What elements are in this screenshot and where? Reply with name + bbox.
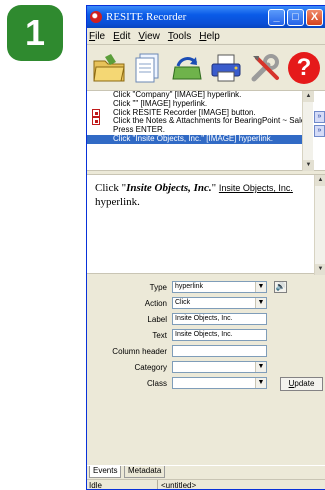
step-item-selected[interactable]: Click "Insite Objects, Inc." [IMAGE] hyp… [87, 134, 302, 144]
move-down-arrow-icon[interactable]: » [314, 125, 325, 137]
step-number-badge: 1 [7, 5, 63, 61]
scroll-down-icon[interactable]: ▼ [303, 160, 314, 171]
step-item[interactable]: Press ENTER. [87, 126, 302, 135]
step-item[interactable]: Click "" [IMAGE] hyperlink. [87, 100, 302, 109]
step-item[interactable]: Click RESITE Recorder [IMAGE] button. [87, 108, 302, 118]
label-row: Label Insite Objects, Inc. [87, 313, 325, 326]
preview-hyperlink[interactable]: Insite Objects, Inc. [219, 183, 293, 193]
category-row: Category ▼ [87, 361, 325, 374]
scroll-down-icon[interactable]: ▼ [315, 264, 325, 275]
menu-edit[interactable]: Edit [113, 31, 130, 42]
step-preview-panel: Click "Insite Objects, Inc." Insite Obje… [87, 174, 325, 275]
class-label: Class [146, 379, 167, 388]
menu-view[interactable]: View [138, 31, 160, 42]
step-marker-icon [92, 117, 100, 126]
chevron-down-icon[interactable]: ▼ [255, 378, 266, 388]
document-name: <untitled> [157, 480, 196, 489]
minimize-button[interactable]: _ [268, 8, 285, 26]
column-header-label: Column header [112, 347, 167, 356]
menu-help[interactable]: Help [199, 31, 220, 42]
refresh-icon[interactable] [169, 50, 205, 86]
step-preview-text: Click "Insite Objects, Inc." Insite Obje… [95, 182, 293, 208]
recorded-steps-list[interactable]: Click "Company" [IMAGE] hyperlink. Click… [87, 91, 302, 171]
tab-events[interactable]: Events [89, 466, 122, 478]
text-row: Text Insite Objects, Inc. [87, 329, 325, 342]
type-label: Type [149, 283, 167, 292]
recorded-steps-panel: Click "Company" [IMAGE] hyperlink. Click… [87, 91, 325, 171]
help-icon[interactable]: ? [286, 50, 322, 86]
type-row: Type hyperlink ▼ 🔊 [87, 281, 325, 294]
side-buttons: » » [314, 111, 325, 139]
window-title: RESITE Recorder [106, 11, 187, 23]
resite-recorder-window: RESITE Recorder _ □ X File Edit View Too… [86, 5, 325, 490]
document-icon[interactable] [130, 50, 166, 86]
title-bar[interactable]: RESITE Recorder _ □ X [87, 6, 325, 28]
chevron-down-icon[interactable]: ▼ [255, 282, 266, 292]
printer-icon[interactable] [208, 50, 244, 86]
text-field[interactable]: Insite Objects, Inc. [172, 329, 267, 341]
preview-scrollbar[interactable]: ▲ ▼ [314, 175, 325, 275]
tab-metadata[interactable]: Metadata [124, 466, 166, 478]
tools-icon[interactable] [247, 50, 283, 86]
text-label: Text [152, 331, 167, 340]
label-label: Label [147, 315, 167, 324]
column-header-row: Column header [87, 345, 325, 358]
class-row: Class ▼ Update [87, 377, 325, 391]
steps-scrollbar[interactable]: ▲ ▼ [302, 91, 314, 171]
move-up-arrow-icon[interactable]: » [314, 111, 325, 123]
category-label: Category [134, 363, 167, 372]
step-marker-icon [92, 108, 100, 117]
folder-icon[interactable] [91, 50, 127, 86]
speaker-icon[interactable]: 🔊 [274, 281, 287, 293]
action-select[interactable]: Click ▼ [172, 297, 267, 309]
update-button[interactable]: Update [280, 377, 323, 391]
menu-file[interactable]: File [89, 31, 105, 42]
properties-panel: Type hyperlink ▼ 🔊 Action Click ▼ Label In… [87, 276, 325, 394]
chevron-down-icon[interactable]: ▼ [255, 362, 266, 372]
bottom-tabs: Events Metadata [87, 465, 325, 478]
menu-tools[interactable]: Tools [168, 31, 191, 42]
scroll-up-icon[interactable]: ▲ [303, 91, 314, 102]
category-select[interactable]: ▼ [172, 361, 267, 373]
status-bar: Idle <untitled> [87, 479, 325, 490]
toolbar: ? [87, 45, 325, 91]
type-select[interactable]: hyperlink ▼ [172, 281, 267, 293]
chevron-down-icon[interactable]: ▼ [255, 298, 266, 308]
status-text: Idle [89, 481, 102, 490]
scroll-up-icon[interactable]: ▲ [315, 175, 325, 186]
step-item[interactable]: Click the Notes & Attachments for Bearin… [87, 117, 302, 126]
menu-bar: File Edit View Tools Help [87, 28, 325, 45]
class-select[interactable]: ▼ [172, 377, 267, 389]
step-item[interactable]: Click "Company" [IMAGE] hyperlink. [87, 91, 302, 100]
label-field[interactable]: Insite Objects, Inc. [172, 313, 267, 325]
action-row: Action Click ▼ [87, 297, 325, 310]
action-label: Action [144, 299, 167, 308]
maximize-button[interactable]: □ [287, 8, 304, 26]
app-icon [90, 11, 102, 23]
close-button[interactable]: X [306, 8, 323, 26]
column-header-field[interactable] [172, 345, 267, 357]
